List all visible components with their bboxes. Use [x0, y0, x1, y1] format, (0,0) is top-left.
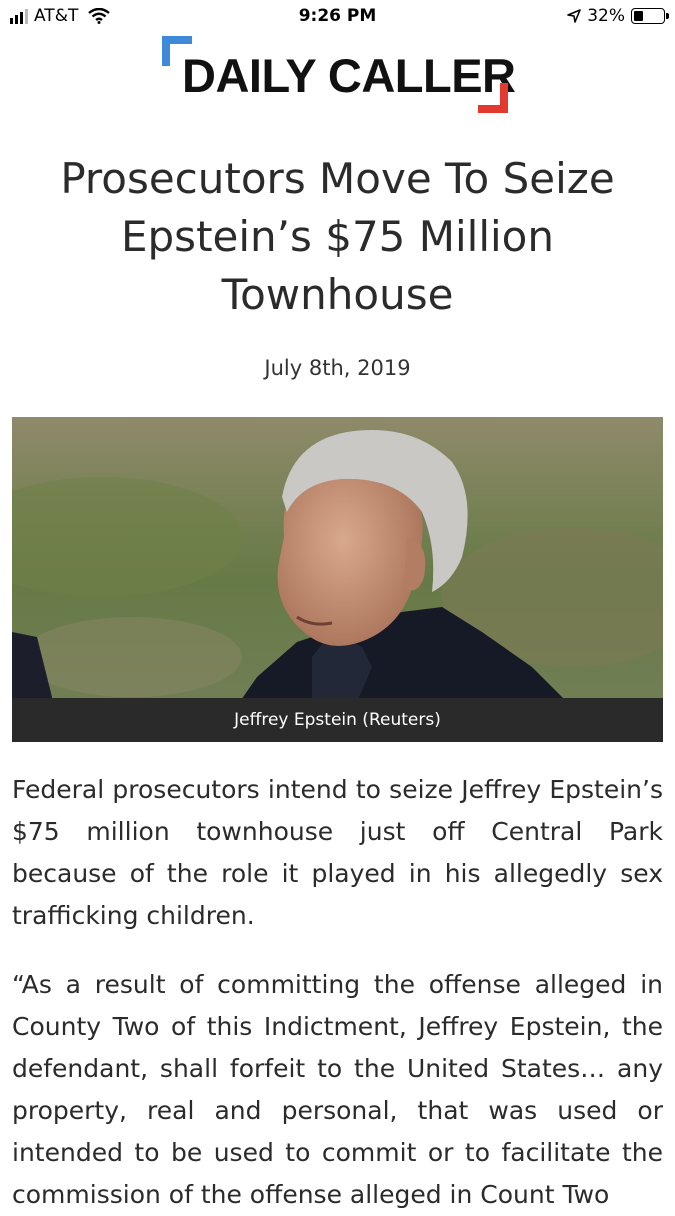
photo-illustration: [12, 417, 663, 742]
article-paragraph: “As a result of committing the offense a…: [12, 970, 663, 1209]
logo-text: DAILY CALLER: [182, 49, 516, 102]
article-paragraph: Federal prosecutors intend to seize Jeff…: [12, 775, 663, 930]
article-photo[interactable]: Jeffrey Epstein (Reuters): [12, 417, 663, 742]
site-logo[interactable]: DAILY CALLER: [162, 36, 516, 116]
location-arrow-icon: [567, 9, 582, 23]
status-right: 32%: [567, 6, 669, 26]
battery-percent: 32%: [587, 6, 625, 26]
battery-icon: [631, 8, 669, 24]
status-bar: AT&T 9:26 PM 32%: [0, 0, 675, 36]
logo-bracket-right: [478, 83, 508, 113]
article-headline: Prosecutors Move To Seize Epstein’s $75 …: [60, 154, 615, 319]
article-date: July 8th, 2019: [264, 356, 411, 380]
photo-caption: Jeffrey Epstein (Reuters): [12, 698, 663, 742]
battery-fill: [634, 11, 643, 21]
